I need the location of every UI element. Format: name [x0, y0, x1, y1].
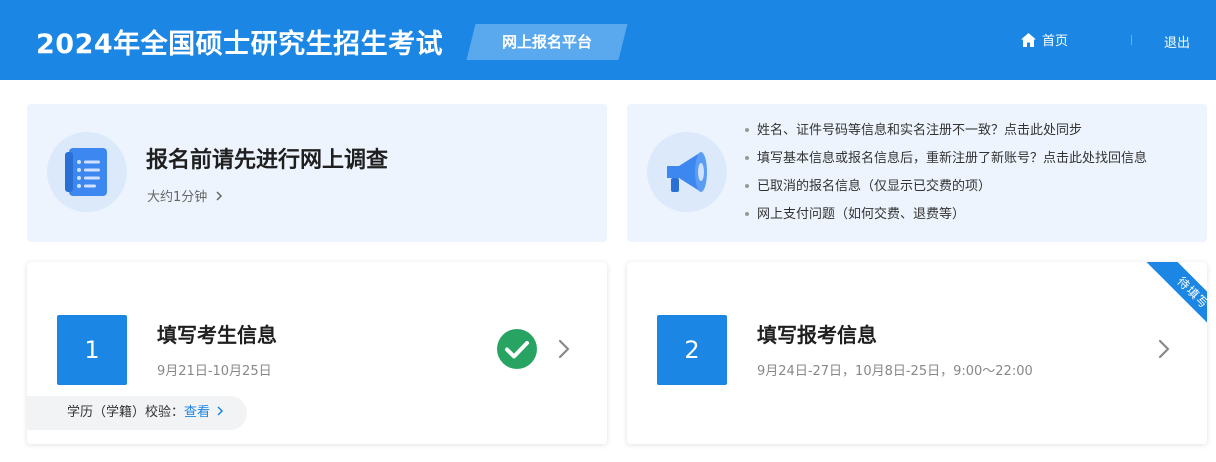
document-icon: [65, 148, 107, 196]
step-title: 填写报考信息: [757, 323, 877, 347]
status-ribbon-label: 待填写: [1142, 262, 1207, 342]
step-number: 2: [657, 315, 727, 385]
verify-view-link[interactable]: 查看: [184, 405, 224, 420]
help-link-sync-info[interactable]: 姓名、证件号码等信息和实名注册不一致？点击此处同步: [745, 120, 1147, 148]
bullet-dot: [745, 155, 749, 160]
help-links-list: 姓名、证件号码等信息和实名注册不一致？点击此处同步 填写基本信息或报名信息后，重…: [745, 120, 1147, 232]
survey-title[interactable]: 报名前请先进行网上调查: [146, 142, 388, 174]
verify-link-label: 查看: [184, 405, 211, 420]
help-links-panel: 姓名、证件号码等信息和实名注册不一致？点击此处同步 填写基本信息或报名信息后，重…: [627, 104, 1207, 242]
survey-panel[interactable]: 报名前请先进行网上调查 大约1分钟: [27, 104, 607, 242]
platform-badge: 网上报名平台: [466, 24, 628, 60]
help-link-cancelled[interactable]: 已取消的报名信息（仅显示已交费的项）: [745, 176, 1147, 204]
help-link-recover-info[interactable]: 填写基本信息或报名信息后，重新注册了新账号？点击此处找回信息: [745, 148, 1147, 176]
step-date: 9月21日-10月25日: [157, 364, 272, 379]
status-ribbon: 待填写: [1127, 262, 1207, 342]
bullet-dot: [745, 183, 749, 188]
help-link-label: 已取消的报名信息（仅显示已交费的项）: [757, 179, 992, 194]
survey-duration-link[interactable]: 大约1分钟: [147, 186, 223, 205]
chevron-right-icon[interactable]: [557, 338, 571, 360]
step-card-application-info[interactable]: 2 填写报考信息 9月24日-27日，10月8日-25日，9:00～22:00 …: [627, 262, 1207, 444]
survey-icon-wrap: [47, 132, 127, 212]
chevron-right-icon: [216, 191, 223, 201]
education-verify-bar: 学历（学籍）校验：查看: [27, 396, 247, 430]
bullet-dot: [745, 211, 749, 216]
bullet-dot: [745, 127, 749, 132]
megaphone-icon: [667, 152, 707, 192]
header-bar: 2024年全国硕士研究生招生考试 网上报名平台 首页 退出: [0, 0, 1216, 80]
help-link-label: 填写基本信息或报名信息后，重新注册了新账号？点击此处找回信息: [757, 151, 1148, 166]
step-title: 填写考生信息: [157, 323, 277, 347]
platform-label: 网上报名平台: [501, 33, 592, 51]
help-link-label: 姓名、证件号码等信息和实名注册不一致？点击此处同步: [757, 123, 1083, 138]
nav-home-label: 首页: [1042, 34, 1069, 49]
verify-label: 学历（学籍）校验：: [67, 405, 185, 420]
announce-icon-wrap: [647, 132, 727, 212]
check-circle-icon: [497, 329, 537, 369]
home-icon: [1021, 32, 1036, 47]
nav-logout-link[interactable]: 退出: [1164, 32, 1190, 51]
step-date: 9月24日-27日，10月8日-25日，9:00～22:00: [757, 364, 1033, 379]
step-number: 1: [57, 315, 127, 385]
nav-divider: [1131, 35, 1132, 45]
chevron-right-icon: [217, 406, 224, 416]
help-link-payment[interactable]: 网上支付问题（如何交费、退费等）: [745, 204, 1147, 232]
step-card-candidate-info[interactable]: 1 填写考生信息 9月21日-10月25日 学历（学籍）校验：查看: [27, 262, 607, 444]
page-title: 2024年全国硕士研究生招生考试: [36, 29, 444, 60]
nav-home-link[interactable]: 首页: [1020, 30, 1068, 49]
help-link-label: 网上支付问题（如何交费、退费等）: [757, 207, 966, 222]
survey-duration-label: 大约1分钟: [147, 190, 208, 205]
